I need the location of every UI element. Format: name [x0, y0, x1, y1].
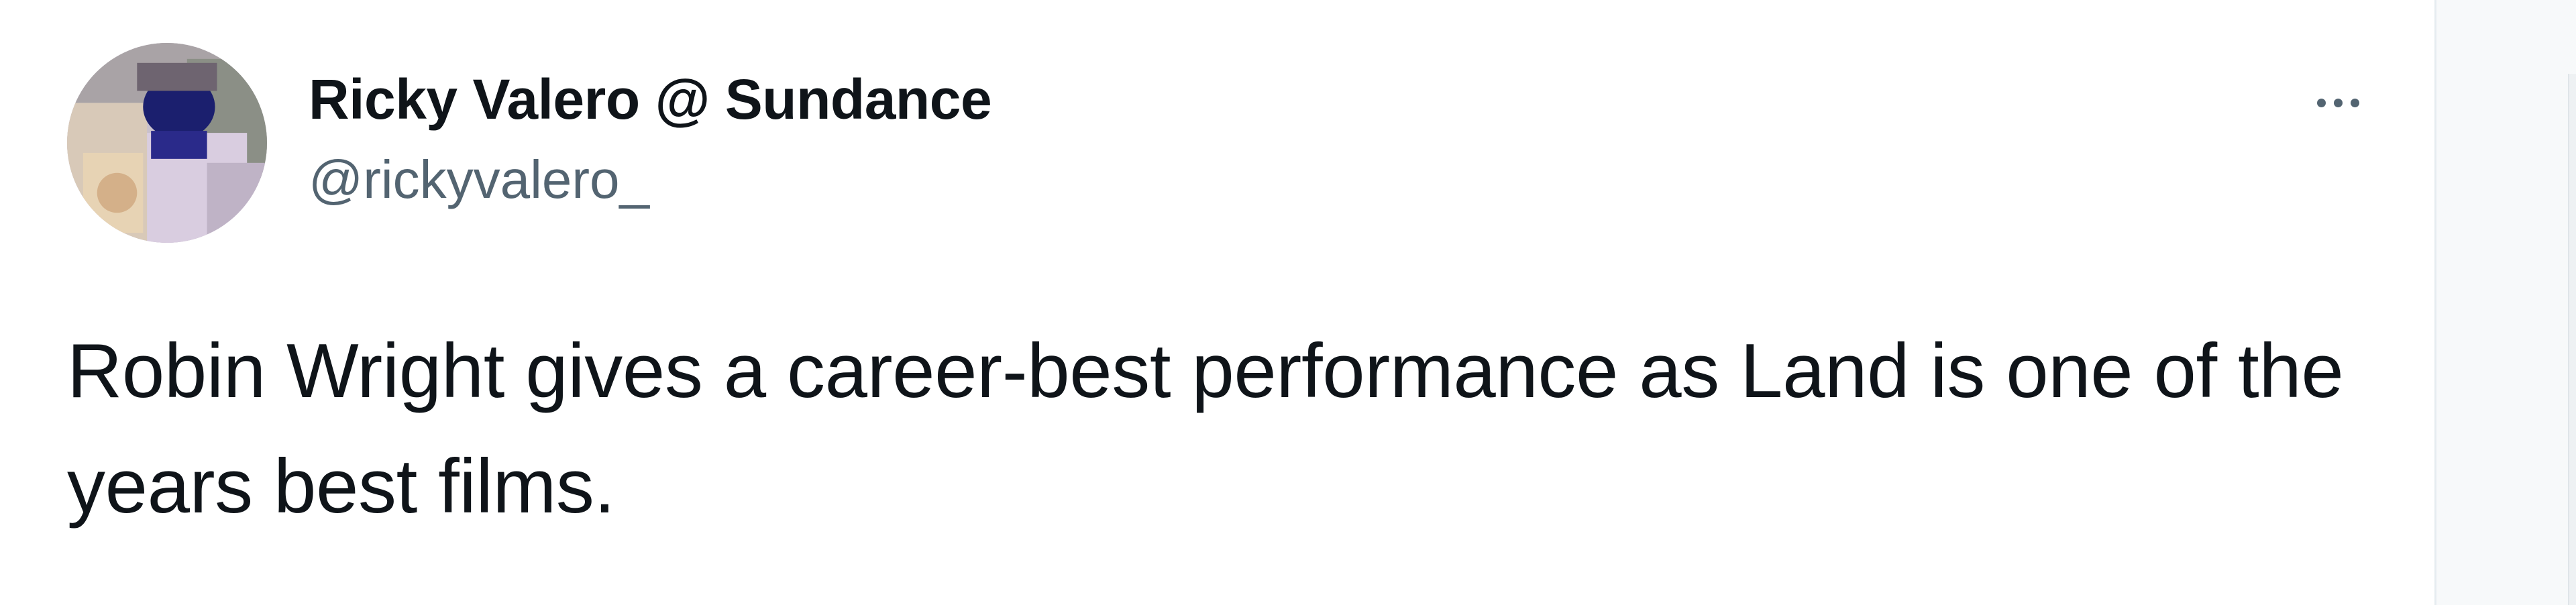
profile-photo-icon[interactable]	[67, 43, 267, 243]
tweet-card[interactable]: Ricky Valero @ Sundance @rickyvalero_ Ro…	[0, 0, 2436, 605]
author-handle[interactable]: @rickyvalero_	[309, 149, 649, 211]
adjacent-panel-edge	[2568, 74, 2576, 605]
author-display-name[interactable]: Ricky Valero @ Sundance	[309, 67, 992, 132]
more-horizontal-icon	[2313, 98, 2363, 107]
screenshot-frame: Ricky Valero @ Sundance @rickyvalero_ Ro…	[0, 0, 2576, 605]
more-options-button[interactable]	[2301, 79, 2375, 126]
tweet-text: Robin Wright gives a career-best perform…	[67, 329, 2344, 529]
